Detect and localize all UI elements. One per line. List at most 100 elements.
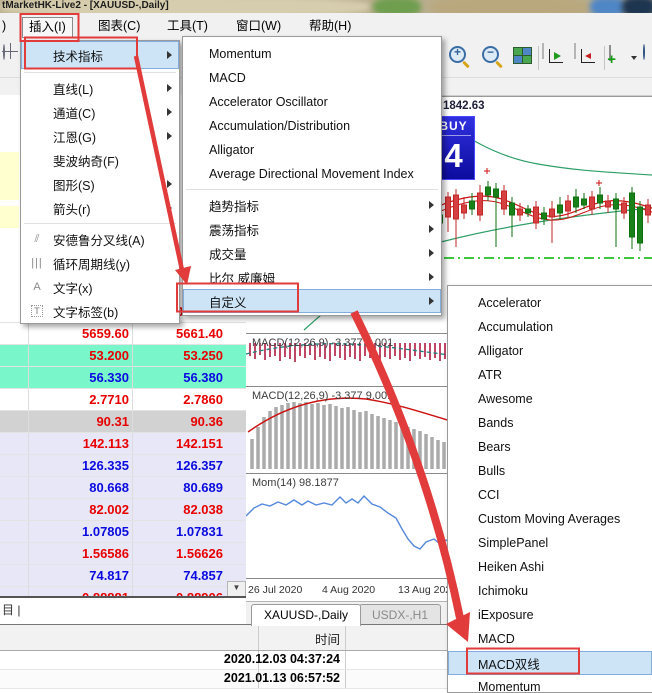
- market-watch-row[interactable]: 80.668 80.689: [0, 477, 246, 499]
- menu-item-label: Bulls: [478, 464, 505, 478]
- menu-item-alligator-custom[interactable]: Alligator: [448, 339, 652, 363]
- menu-item-trend-indicators[interactable]: 趋势指标: [183, 193, 441, 217]
- menu-item-label: iExposure: [478, 608, 534, 622]
- menubar-overflow-fragment: ): [0, 17, 8, 36]
- menu-item-label: 比尔 威廉姆: [209, 268, 275, 287]
- market-watch-row[interactable]: 1.56586 1.56626: [0, 543, 246, 565]
- menu-item-cci[interactable]: CCI: [448, 483, 652, 507]
- market-watch-row[interactable]: 90.31 90.36: [0, 411, 246, 433]
- menu-item-macd-custom[interactable]: MACD: [448, 627, 652, 651]
- symbol-cell: [0, 565, 29, 586]
- market-watch-row[interactable]: 5659.60 5661.40: [0, 323, 246, 345]
- price-label: 1842.63: [443, 100, 485, 112]
- menubar-item-insert[interactable]: 插入(I): [22, 17, 73, 38]
- menu-item-label: Average Directional Movement Index: [209, 167, 414, 181]
- menu-item-accelerator-oscillator[interactable]: Accelerator Oscillator: [183, 90, 441, 114]
- globe-icon[interactable]: [643, 45, 645, 59]
- menu-item-label: Bands: [478, 416, 513, 430]
- menu-item-text[interactable]: A文字(x): [21, 275, 179, 299]
- chart-auto-scroll-icon[interactable]: [574, 43, 576, 59]
- ask-cell: 82.038: [133, 499, 226, 520]
- menu-item-ichimoku[interactable]: Ichimoku: [448, 579, 652, 603]
- menu-item-accumulation-distribution[interactable]: Accumulation/Distribution: [183, 114, 441, 138]
- tab-usdx-h1[interactable]: USDX-,H1: [359, 604, 441, 626]
- menu-item-bands[interactable]: Bands: [448, 411, 652, 435]
- menu-item-shapes[interactable]: 图形(S): [21, 172, 179, 196]
- market-watch-row[interactable]: 56.330 56.380: [0, 367, 246, 389]
- menu-item-momentum-custom[interactable]: Momentum: [448, 675, 652, 693]
- symbol-cell: [0, 411, 29, 432]
- market-watch-row[interactable]: 53.200 53.250: [0, 345, 246, 367]
- menu-item-label: MACD: [209, 71, 246, 85]
- scroll-down-arrow[interactable]: ▼: [227, 581, 246, 597]
- menu-item-gann[interactable]: 江恩(G): [21, 124, 179, 148]
- time-value: 2021.01.13 06:57:52: [160, 671, 340, 685]
- submenu-arrow-icon: [429, 273, 434, 281]
- chevron-down-icon[interactable]: [631, 56, 637, 60]
- menu-item-bill-williams[interactable]: 比尔 威廉姆: [183, 265, 441, 289]
- menu-item-label: Custom Moving Averages: [478, 512, 620, 526]
- new-template-icon[interactable]: +: [609, 46, 611, 60]
- menu-item-accelerator[interactable]: Accelerator: [448, 291, 652, 315]
- crosshair-icon[interactable]: [3, 44, 5, 60]
- menu-item-atr[interactable]: ATR: [448, 363, 652, 387]
- ask-cell: 1.07831: [133, 521, 226, 542]
- market-watch-row[interactable]: 126.335 126.357: [0, 455, 246, 477]
- market-watch-row[interactable]: 142.113 142.151: [0, 433, 246, 455]
- wallpaper-blob: [590, 0, 626, 13]
- indicator-label-macd-1: MACD(12,26,9) -3.377 9.001: [252, 337, 393, 349]
- market-watch-row[interactable]: 2.7710 2.7860: [0, 389, 246, 411]
- menu-separator: [24, 223, 176, 224]
- menu-item-technical-indicators[interactable]: 技术指标: [21, 41, 179, 69]
- axis-tick-label: 4 Aug 2020: [322, 584, 375, 596]
- menu-item-macd[interactable]: MACD: [183, 66, 441, 90]
- green-candles: [438, 181, 643, 251]
- tab-xauusd-daily[interactable]: XAUUSD-,Daily: [251, 604, 361, 626]
- menu-item-custom-moving-averages[interactable]: Custom Moving Averages: [448, 507, 652, 531]
- menu-item-simplepanel[interactable]: SimplePanel: [448, 531, 652, 555]
- bid-cell: 53.200: [29, 345, 133, 366]
- menu-item-label: MACD双线: [478, 654, 540, 673]
- menu-item-cycle-lines[interactable]: |||循环周期线(y): [21, 251, 179, 275]
- market-watch-row[interactable]: 82.002 82.038: [0, 499, 246, 521]
- menu-item-accumulation[interactable]: Accumulation: [448, 315, 652, 339]
- menu-item-andrews-pitchfork[interactable]: ⫽安德鲁分叉线(A): [21, 227, 179, 251]
- menu-item-fibonacci[interactable]: 斐波纳奇(F): [21, 148, 179, 172]
- ask-cell: 142.151: [133, 433, 226, 454]
- menu-item-channels[interactable]: 通道(C): [21, 100, 179, 124]
- menu-item-adx[interactable]: Average Directional Movement Index: [183, 162, 441, 186]
- symbol-cell: [0, 543, 29, 564]
- market-watch-row[interactable]: 74.817 74.857: [0, 565, 246, 587]
- market-watch-row[interactable]: 1.07805 1.07831: [0, 521, 246, 543]
- menu-item-volumes[interactable]: 成交量: [183, 241, 441, 265]
- menu-item-label: Accumulation/Distribution: [209, 119, 350, 133]
- menubar-item-help[interactable]: 帮助(H): [303, 17, 357, 36]
- menu-item-bears[interactable]: Bears: [448, 435, 652, 459]
- bid-cell: 90.31: [29, 411, 133, 432]
- menu-item-text-label[interactable]: T文字标签(b): [21, 299, 179, 323]
- menu-item-custom[interactable]: 自定义: [183, 289, 441, 313]
- zoom-out-icon[interactable]: −: [482, 46, 499, 63]
- menu-item-bulls[interactable]: Bulls: [448, 459, 652, 483]
- menu-item-lines[interactable]: 直线(L): [21, 76, 179, 100]
- bid-cell: 126.335: [29, 455, 133, 476]
- menu-item-heiken-ashi[interactable]: Heiken Ashi: [448, 555, 652, 579]
- chart-shift-icon[interactable]: [542, 43, 544, 59]
- menu-item-momentum[interactable]: Momentum: [183, 42, 441, 66]
- menubar-item-window[interactable]: 窗口(W): [230, 17, 287, 36]
- symbol-cell: [0, 345, 29, 366]
- menu-item-macd-dual-line[interactable]: MACD双线: [448, 651, 652, 675]
- menu-item-awesome[interactable]: Awesome: [448, 387, 652, 411]
- menubar-item-tools[interactable]: 工具(T): [161, 17, 214, 36]
- menu-item-alligator[interactable]: Alligator: [183, 138, 441, 162]
- bid-cell: 80.668: [29, 477, 133, 498]
- menu-item-oscillators[interactable]: 震荡指标: [183, 217, 441, 241]
- menubar-item-charts[interactable]: 图表(C): [92, 17, 146, 36]
- zoom-in-icon[interactable]: +: [449, 46, 466, 63]
- menu-item-label: 震荡指标: [209, 220, 259, 239]
- bid-cell: 1.07805: [29, 521, 133, 542]
- menu-item-arrows[interactable]: 箭头(r): [21, 196, 179, 220]
- menu-item-label: Heiken Ashi: [478, 560, 544, 574]
- wallpaper-blob: [430, 0, 590, 13]
- menu-item-iexposure[interactable]: iExposure: [448, 603, 652, 627]
